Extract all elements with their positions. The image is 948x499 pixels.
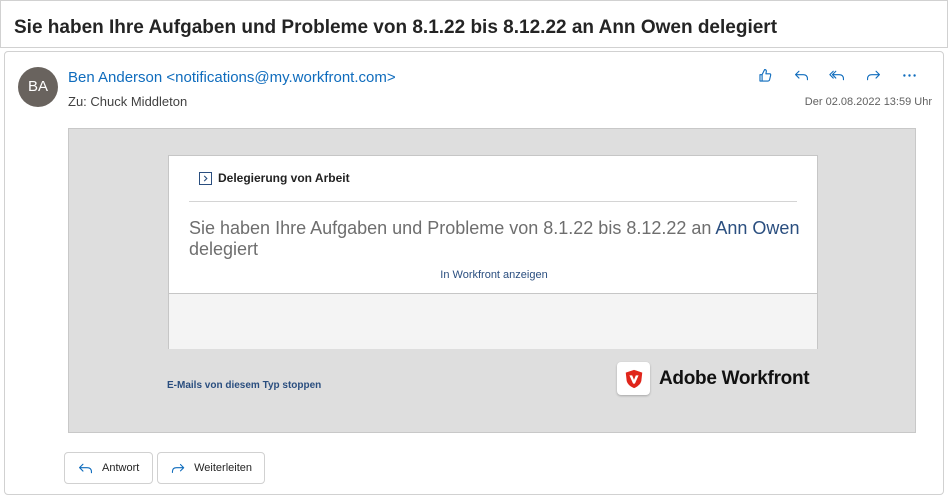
reply-button[interactable]: [783, 64, 819, 86]
card-header: Delegierung von Arbeit: [199, 171, 350, 185]
reply-icon: [78, 463, 93, 473]
subject-bar: Sie haben Ihre Aufgaben und Probleme von…: [0, 0, 948, 48]
message-actions: [747, 64, 927, 86]
avatar[interactable]: BA: [18, 67, 58, 107]
brand-name: Adobe Workfront: [659, 367, 810, 389]
more-button[interactable]: [891, 64, 927, 86]
forward-action-button[interactable]: Weiterleiten: [157, 452, 265, 484]
card-footer: [169, 293, 817, 349]
view-in-workfront-link[interactable]: In Workfront anzeigen: [169, 269, 819, 281]
sender-email[interactable]: <notifications@my.workfront.com>: [166, 69, 395, 86]
forward-icon: [171, 463, 185, 473]
reply-all-icon: [828, 70, 844, 80]
notification-card: Delegierung von Arbeit Sie haben Ihre Au…: [168, 155, 818, 349]
divider: [189, 201, 797, 202]
chevron-right-icon: [199, 171, 212, 185]
reply-action-button[interactable]: Antwort: [64, 452, 153, 484]
more-icon: [902, 73, 916, 77]
forward-icon: [866, 70, 880, 80]
reply-button-label: Antwort: [102, 462, 140, 474]
forward-button-label: Weiterleiten: [194, 462, 252, 474]
email-subject: Sie haben Ihre Aufgaben und Probleme von…: [14, 17, 778, 38]
sender-name[interactable]: Ben Anderson: [68, 69, 162, 86]
card-header-label: Delegierung von Arbeit: [218, 171, 350, 185]
message-pane: BA Ben Anderson <notifications@my.workfr…: [4, 51, 944, 495]
delegate-name-link[interactable]: Ann Owen: [715, 218, 799, 238]
stop-emails-link[interactable]: E-Mails von diesem Typ stoppen: [167, 380, 321, 391]
headline-text: Sie haben Ihre Aufgaben und Probleme von…: [189, 218, 716, 238]
like-button[interactable]: [747, 64, 783, 86]
email-body: Delegierung von Arbeit Sie haben Ihre Au…: [68, 128, 916, 433]
headline-suffix: delegiert: [189, 239, 259, 259]
like-icon: [758, 68, 771, 82]
reply-all-button[interactable]: [819, 64, 855, 86]
card-headline: Sie haben Ihre Aufgaben und Probleme von…: [189, 218, 809, 260]
sender-line[interactable]: Ben Anderson <notifications@my.workfront…: [68, 69, 396, 86]
reply-icon: [794, 70, 808, 80]
workfront-logo-icon: [617, 362, 650, 395]
recipients-line: Zu: Chuck Middleton: [68, 94, 188, 109]
forward-button[interactable]: [855, 64, 891, 86]
brand-logo: Adobe Workfront: [617, 362, 810, 395]
sent-date: Der 02.08.2022 13:59 Uhr: [804, 96, 932, 108]
